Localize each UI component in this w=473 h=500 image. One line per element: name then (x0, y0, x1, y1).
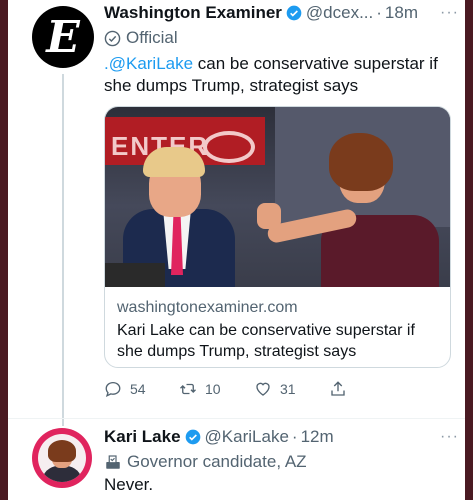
tweet-thread: E Washington Examiner @dcex... · 18m ···… (8, 0, 465, 500)
official-text: Official (126, 28, 178, 47)
podium (105, 263, 165, 287)
retweet-count: 10 (205, 381, 221, 397)
reply-button[interactable]: 54 (104, 380, 179, 398)
more-icon[interactable]: ··· (440, 4, 459, 22)
retweet-button[interactable]: 10 (179, 380, 254, 398)
author-name[interactable]: Washington Examiner (104, 3, 282, 23)
reply-text: Never. (104, 475, 154, 494)
reply-time[interactable]: 12m (301, 427, 334, 447)
kari-lake-avatar[interactable] (32, 428, 92, 488)
thread-connector-line (62, 74, 64, 426)
card-image: ENTER (105, 107, 450, 287)
author-handle[interactable]: @dcex... (306, 3, 373, 23)
verified-badge-icon (286, 5, 302, 21)
divider (8, 418, 465, 419)
tweet-main[interactable]: Washington Examiner @dcex... · 18m ··· O… (104, 0, 459, 97)
tweet-header: Washington Examiner @dcex... · 18m ··· (104, 0, 459, 26)
reply-author-name[interactable]: Kari Lake (104, 427, 181, 447)
reply-count: 54 (130, 381, 146, 397)
card-title: Kari Lake can be conservative superstar … (117, 322, 415, 360)
tweet-time[interactable]: 18m (385, 3, 418, 23)
reply-icon (105, 381, 121, 398)
like-button[interactable]: 31 (254, 380, 329, 398)
separator: · (376, 3, 382, 22)
tweet-text: .@KariLake can be conservative superstar… (104, 53, 452, 97)
verified-badge-icon (185, 429, 200, 445)
card-body: washingtonexaminer.com Kari Lake can be … (105, 287, 450, 367)
like-icon (256, 382, 270, 396)
like-count: 31 (280, 381, 296, 397)
card-domain: washingtonexaminer.com (117, 299, 298, 316)
candidate-figure (257, 133, 450, 287)
tweet-reply[interactable]: Kari Lake @KariLake · 12m ··· Governor c… (104, 424, 459, 496)
ballot-box-icon (106, 455, 120, 469)
mention-link[interactable]: .@KariLake (104, 54, 193, 73)
share-button[interactable] (329, 380, 404, 398)
reply-header: Kari Lake @KariLake · 12m ··· (104, 424, 459, 450)
separator: · (291, 427, 298, 446)
candidate-label-text: Governor candidate, AZ (127, 452, 307, 471)
tweet-actions: 54 10 31 (104, 375, 404, 403)
candidate-label: Governor candidate, AZ (104, 450, 459, 474)
official-badge-icon (104, 30, 121, 46)
link-card[interactable]: ENTER washingtonexaminer.com Kari Lake c… (104, 106, 451, 368)
share-icon (331, 381, 345, 396)
more-icon[interactable]: ··· (440, 428, 459, 446)
retweet-icon (180, 383, 196, 395)
washington-examiner-avatar[interactable]: E (32, 6, 94, 68)
reply-author-handle[interactable]: @KariLake (205, 427, 289, 447)
official-label: Official (104, 26, 459, 50)
avatar-glyph: E (46, 11, 80, 63)
